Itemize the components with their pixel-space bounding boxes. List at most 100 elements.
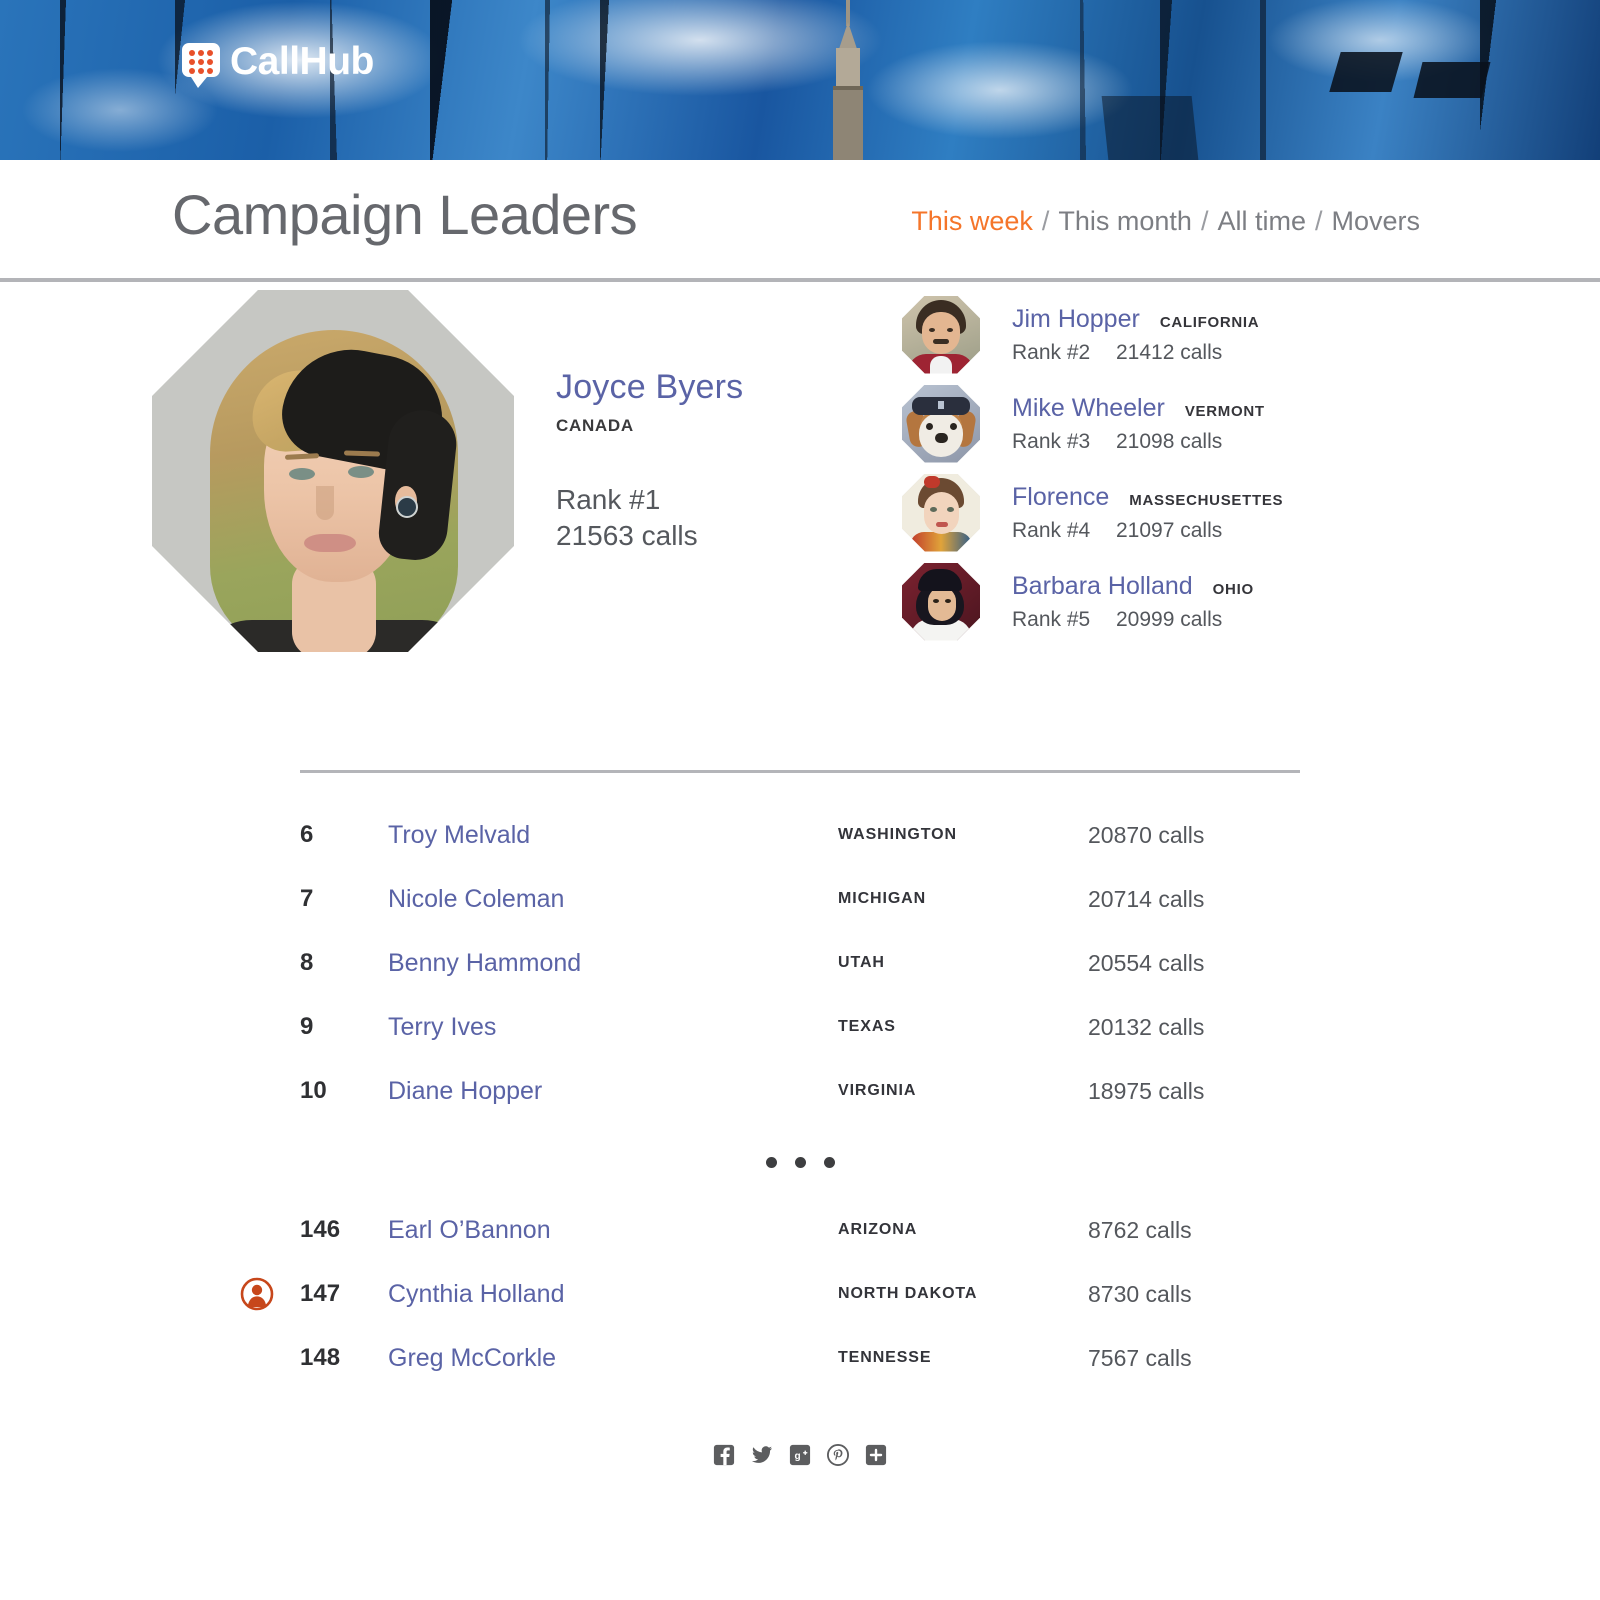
runner-up-item[interactable]: Barbara Holland OHIO Rank #5 20999 calls (902, 557, 1322, 646)
row-name[interactable]: Terry Ives (388, 1013, 838, 1042)
table-row[interactable]: 9 Terry Ives TEXAS 20132 calls (300, 995, 1300, 1059)
runner-calls: 21412 calls (1116, 340, 1223, 364)
brand-logo[interactable]: CallHub (182, 40, 374, 88)
google-plus-icon[interactable]: g (788, 1443, 812, 1467)
runner-portrait-octagon (902, 295, 980, 374)
runner-name[interactable]: Mike Wheeler (1012, 394, 1165, 423)
row-region: VIRGINIA (838, 1082, 917, 1099)
row-name[interactable]: Earl O’Bannon (388, 1216, 838, 1245)
tab-this-week[interactable]: This week (911, 206, 1033, 237)
leaderboard-table: 6 Troy Melvald WASHINGTON 20870 calls 7 … (240, 770, 1300, 1390)
tab-separator: / (1041, 206, 1050, 236)
share-plus-icon[interactable] (864, 1443, 888, 1467)
facebook-icon[interactable] (712, 1443, 736, 1467)
runner-region: OHIO (1212, 580, 1254, 598)
runner-calls: 21097 calls (1116, 518, 1223, 542)
leader-calls: 21563 calls (556, 520, 698, 552)
row-name[interactable]: Troy Melvald (388, 821, 838, 850)
runner-portrait-octagon (902, 562, 980, 641)
runner-portrait-octagon (902, 473, 980, 552)
tab-this-month[interactable]: This month (1058, 206, 1192, 237)
tab-separator: / (1200, 206, 1209, 236)
runner-portrait-octagon (902, 384, 980, 463)
row-calls: 20714 calls (1088, 885, 1205, 912)
table-row[interactable]: 7 Nicole Coleman MICHIGAN 20714 calls (300, 867, 1300, 931)
row-name[interactable]: Benny Hammond (388, 949, 838, 978)
row-rank: 8 (300, 949, 314, 976)
row-region: WASHINGTON (838, 826, 957, 843)
callhub-speech-bubble-dots-icon (182, 42, 220, 88)
tab-movers[interactable]: Movers (1331, 206, 1420, 237)
leaderboard-podium: Joyce Byers CANADA Rank #1 21563 calls J… (0, 282, 1600, 702)
runners-up-list: Jim Hopper CALIFORNIA Rank #2 21412 call… (902, 290, 1322, 646)
row-calls: 20132 calls (1088, 1013, 1205, 1040)
leader-name[interactable]: Joyce Byers (556, 368, 743, 407)
social-share-bar: g (0, 1443, 1600, 1467)
row-rank: 147 (300, 1280, 341, 1307)
row-region: TEXAS (838, 1018, 896, 1035)
row-calls: 8762 calls (1088, 1216, 1192, 1243)
table-row-current-user[interactable]: 147 Cynthia Holland NORTH DAKOTA 8730 ca… (240, 1262, 1300, 1326)
tab-all-time[interactable]: All time (1217, 206, 1306, 237)
row-calls: 20870 calls (1088, 821, 1205, 848)
runner-up-item[interactable]: Mike Wheeler VERMONT Rank #3 21098 calls (902, 379, 1322, 468)
table-row[interactable]: 6 Troy Melvald WASHINGTON 20870 calls (300, 803, 1300, 867)
row-calls: 7567 calls (1088, 1344, 1192, 1371)
runner-rank: Rank #2 (1012, 340, 1091, 364)
pinterest-icon[interactable] (826, 1443, 850, 1467)
hero-banner: CallHub (0, 0, 1600, 160)
table-row[interactable]: 146 Earl O’Bannon ARIZONA 8762 calls (300, 1198, 1300, 1262)
leader-avatar[interactable] (152, 290, 514, 652)
leader-portrait-octagon (152, 290, 514, 652)
row-region: MICHIGAN (838, 890, 927, 907)
row-rank: 146 (300, 1216, 341, 1243)
table-row[interactable]: 10 Diane Hopper VIRGINIA 18975 calls (300, 1059, 1300, 1123)
leader-info: Joyce Byers CANADA Rank #1 21563 calls (556, 368, 743, 555)
row-calls: 8730 calls (1088, 1280, 1192, 1307)
table-top-divider (300, 770, 1300, 773)
leader-rank: Rank #1 (556, 484, 661, 515)
hero-glass-panel (1101, 96, 1199, 160)
runner-name[interactable]: Barbara Holland (1012, 572, 1193, 601)
campaign-leaders-page: CallHub Campaign Leaders This week / Thi… (0, 0, 1600, 1600)
table-row[interactable]: 8 Benny Hammond UTAH 20554 calls (300, 931, 1300, 995)
three-dots-icon (300, 1123, 1300, 1198)
runner-up-item[interactable]: Florence MASSECHUSETTES Rank #4 21097 ca… (902, 468, 1322, 557)
row-name[interactable]: Cynthia Holland (388, 1280, 838, 1309)
table-rows-top: 6 Troy Melvald WASHINGTON 20870 calls 7 … (300, 803, 1300, 1123)
row-calls: 18975 calls (1088, 1077, 1205, 1104)
runner-calls: 20999 calls (1116, 607, 1223, 631)
runner-name[interactable]: Florence (1012, 483, 1109, 512)
runner-rank: Rank #5 (1012, 607, 1091, 631)
runner-calls: 21098 calls (1116, 429, 1223, 453)
title-bar: Campaign Leaders This week / This month … (0, 160, 1600, 282)
brand-name: CallHub (230, 40, 374, 83)
row-name[interactable]: Nicole Coleman (388, 885, 838, 914)
row-calls: 20554 calls (1088, 949, 1205, 976)
hero-glass-panel (1329, 52, 1403, 92)
row-rank: 10 (300, 1077, 327, 1104)
row-rank: 148 (300, 1344, 341, 1371)
row-name[interactable]: Greg McCorkle (388, 1344, 838, 1373)
row-region: ARIZONA (838, 1221, 918, 1238)
table-rows-bottom: 146 Earl O’Bannon ARIZONA 8762 calls 147… (240, 1198, 1300, 1390)
row-rank: 6 (300, 821, 314, 848)
row-region: NORTH DAKOTA (838, 1285, 978, 1302)
current-user-person-icon (240, 1277, 274, 1311)
runner-name[interactable]: Jim Hopper (1012, 305, 1140, 334)
row-rank: 9 (300, 1013, 314, 1040)
row-region: TENNESSE (838, 1349, 932, 1366)
runner-rank: Rank #4 (1012, 518, 1091, 542)
runner-up-item[interactable]: Jim Hopper CALIFORNIA Rank #2 21412 call… (902, 290, 1322, 379)
twitter-icon[interactable] (750, 1443, 774, 1467)
runner-region: MASSECHUSETTES (1129, 491, 1284, 509)
hero-glass-panel (1413, 62, 1491, 98)
church-spire (826, 0, 870, 160)
table-row[interactable]: 148 Greg McCorkle TENNESSE 7567 calls (300, 1326, 1300, 1390)
timeframe-tabs: This week / This month / All time / Move… (911, 206, 1420, 237)
runner-region: CALIFORNIA (1159, 313, 1260, 331)
runner-rank: Rank #3 (1012, 429, 1091, 453)
tab-separator: / (1314, 206, 1323, 236)
row-name[interactable]: Diane Hopper (388, 1077, 838, 1106)
runner-region: VERMONT (1184, 402, 1265, 420)
